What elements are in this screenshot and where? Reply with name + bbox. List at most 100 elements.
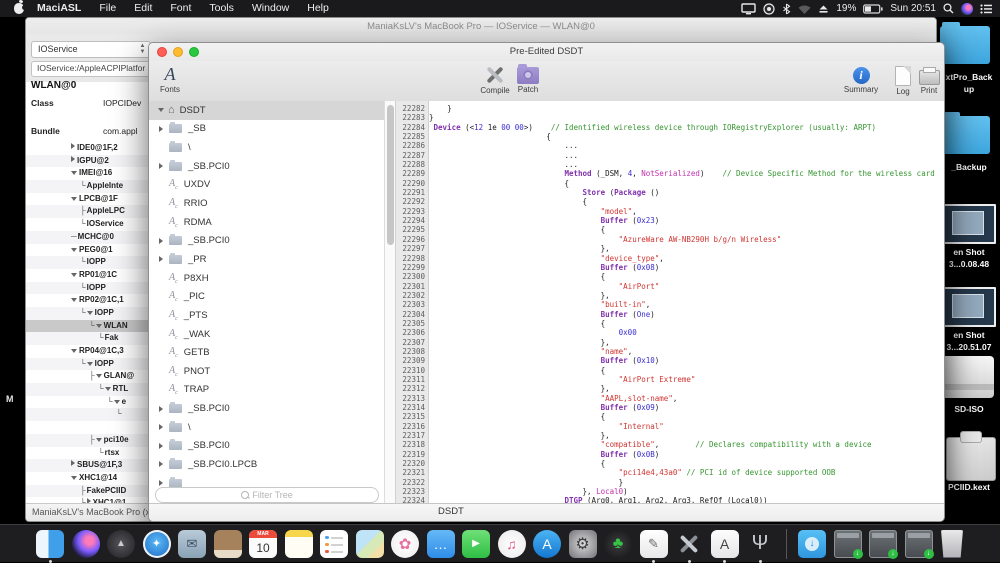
disclosure-triangle-icon[interactable]	[157, 405, 167, 412]
sidebar-item--sb-pci0[interactable]: _SB.PCI0	[149, 157, 384, 176]
expand-triangle-icon[interactable]	[113, 399, 120, 404]
summary-button[interactable]: i Summary	[841, 65, 881, 94]
sidebar-item--[interactable]: \	[149, 418, 384, 437]
dock-icon-textedit[interactable]: ✎	[639, 529, 668, 563]
ioreg-tree-row-e[interactable]: └ e	[26, 396, 149, 409]
disclosure-triangle-icon[interactable]	[157, 125, 167, 132]
sidebar-item-rrio[interactable]: Ac RRIO	[149, 194, 384, 213]
ioreg-tree-row-rp01-1c[interactable]: RP01@1C	[26, 269, 149, 282]
sidebar-item-trap[interactable]: Ac TRAP	[149, 381, 384, 400]
dock-icon-win[interactable]: ↓	[904, 529, 934, 559]
ioreg-tree-row-appleinte[interactable]: └AppleInte	[26, 180, 149, 193]
dock-icon-maciasl[interactable]	[675, 530, 703, 563]
battery-charging-icon[interactable]	[863, 3, 883, 14]
fonts-button[interactable]: A Fonts	[155, 64, 185, 94]
wifi-off-icon[interactable]	[798, 4, 811, 14]
patch-button[interactable]: Patch	[512, 64, 544, 94]
ioreg-tree-row[interactable]	[26, 421, 149, 434]
dock-icon-win[interactable]: ↓	[833, 529, 863, 559]
sidebar-item--sb[interactable]: _SB	[149, 120, 384, 139]
sidebar-item--sb-pci0-lpcb[interactable]: _SB.PCI0.LPCB	[149, 455, 384, 474]
ioreg-tree-row-fak[interactable]: └Fak	[26, 332, 149, 345]
scrollbar-thumb[interactable]	[387, 105, 394, 245]
compile-button[interactable]: Compile	[477, 65, 513, 95]
ioreg-titlebar[interactable]: ManiaKsLV's MacBook Pro — IOService — WL…	[26, 18, 936, 34]
filter-tree-field[interactable]: Filter Tree	[155, 487, 379, 503]
ioreg-tree-row-pci10e[interactable]: ├ pci10e	[26, 433, 149, 447]
desktop-folder-icon[interactable]	[940, 112, 990, 154]
ioreg-tree-row-applelpc[interactable]: ├AppleLPC	[26, 205, 149, 219]
dock-icon-itunes[interactable]: ♫	[497, 529, 526, 558]
sidebar-item--sb-pci0[interactable]: _SB.PCI0	[149, 437, 384, 456]
sidebar-item-rdma[interactable]: Ac RDMA	[149, 213, 384, 232]
desktop-icon-label[interactable]: SD-ISO	[938, 404, 1000, 416]
sidebar-item--pr[interactable]: _PR	[149, 250, 384, 269]
collapse-triangle-icon[interactable]	[71, 460, 75, 467]
notification-center-icon[interactable]	[980, 3, 992, 14]
sidebar-item-getb[interactable]: Ac GETB	[149, 343, 384, 362]
expand-triangle-icon[interactable]	[71, 475, 77, 480]
ioreg-tree-row-igpu-2[interactable]: IGPU@2	[26, 154, 149, 168]
sidebar-item-dsdt[interactable]: ⌂ DSDT	[149, 101, 384, 120]
sidebar-item-uxdv[interactable]: Ac UXDV	[149, 176, 384, 195]
sidebar-item--sb-pci0[interactable]: _SB.PCI0	[149, 231, 384, 250]
sidebar-item--sb-pci0[interactable]: _SB.PCI0	[149, 399, 384, 418]
dock-icon-launchpad[interactable]: ▲	[107, 529, 135, 558]
disclosure-triangle-icon[interactable]	[157, 461, 167, 468]
ioreg-tree-row-rtl[interactable]: └ RTL	[26, 383, 149, 396]
menu-item-font[interactable]: Font	[161, 0, 200, 17]
ioreg-tree-row-iopp[interactable]: └ IOPP	[26, 357, 149, 371]
disclosure-triangle-icon[interactable]	[157, 480, 167, 487]
menu-item-file[interactable]: File	[90, 0, 125, 17]
dock-icon-photos[interactable]: ✿	[391, 529, 419, 558]
ioreg-tree-row-rtsx[interactable]: └rtsx	[26, 447, 149, 460]
ioreg-tree-row-xhc1-14[interactable]: XHC1@14	[26, 472, 149, 485]
menu-clock[interactable]: Sun 20:51	[890, 3, 936, 14]
disclosure-triangle-icon[interactable]	[157, 108, 167, 113]
bluetooth-icon[interactable]	[782, 3, 791, 15]
ioreg-tree-row-glan-[interactable]: ├ GLAN@	[26, 370, 149, 383]
disclosure-triangle-icon[interactable]	[157, 237, 167, 244]
menu-item-tools[interactable]: Tools	[200, 0, 243, 17]
ioreg-tree-row-imei-16[interactable]: IMEI@16	[26, 167, 149, 180]
dock-icon-sysprefs[interactable]: ⚙	[568, 529, 597, 558]
expand-triangle-icon[interactable]	[71, 171, 77, 176]
desktop-kext-icon[interactable]	[946, 431, 996, 481]
code-editor[interactable]: }} Device (<12 1e 00 00>) // Identified …	[429, 101, 944, 504]
desktop-screenshot-icon[interactable]	[940, 204, 996, 244]
sidebar-item-pnot[interactable]: Ac PNOT	[149, 362, 384, 381]
ioreg-tree-row-iopp[interactable]: └ IOPP	[26, 306, 149, 320]
desktop-screenshot-icon[interactable]	[940, 287, 996, 327]
print-button[interactable]: Print	[915, 65, 943, 95]
ioreg-tree-row[interactable]: └	[26, 408, 149, 422]
dock-icon-appstore[interactable]: A	[533, 529, 561, 558]
dock-icon-facetime[interactable]: ▶	[462, 529, 490, 558]
ioreg-tree-row-ioservice[interactable]: └IOService	[26, 218, 149, 231]
dock-icon-notes[interactable]	[284, 529, 313, 558]
dock-icon-messages[interactable]: …	[426, 529, 455, 558]
plane-dropdown[interactable]: IOService ▲ ▼	[31, 41, 151, 58]
desktop-drive-icon[interactable]	[940, 356, 994, 398]
ioreg-tree-row-mchc-0[interactable]: ─MCHC@0	[26, 230, 149, 244]
expand-triangle-icon[interactable]	[71, 247, 77, 252]
dock-icon-editor[interactable]: A	[710, 529, 739, 563]
dock-icon-siri[interactable]	[71, 529, 100, 558]
spotlight-icon[interactable]	[943, 3, 954, 14]
desktop-folder-icon[interactable]	[940, 22, 990, 64]
desktop-icon-label[interactable]: xtPro_Back up	[938, 72, 1000, 95]
ioreg-tree-row-rp04-1c-3[interactable]: RP04@1C,3	[26, 345, 149, 358]
dock-icon-win[interactable]: ↓	[869, 529, 898, 559]
collapse-triangle-icon[interactable]	[71, 143, 75, 149]
ioreg-tree-row-peg0-1[interactable]: PEG0@1	[26, 244, 149, 257]
sidebar-item--wak[interactable]: Ac _WAK	[149, 325, 384, 344]
dock-icon-mail[interactable]: ✉	[178, 529, 206, 558]
expand-triangle-icon[interactable]	[86, 310, 93, 315]
collapse-triangle-icon[interactable]	[71, 155, 75, 162]
disclosure-triangle-icon[interactable]	[157, 163, 167, 170]
dock-icon-clover[interactable]: ♣	[604, 529, 632, 558]
sidebar-scrollbar[interactable]	[384, 101, 396, 504]
dock-icon-reminders[interactable]	[320, 529, 348, 558]
log-button[interactable]: Log	[889, 65, 917, 96]
ioreg-tree-row-lpcb-1f[interactable]: LPCB@1F	[26, 193, 149, 206]
disclosure-triangle-icon[interactable]	[157, 442, 167, 449]
